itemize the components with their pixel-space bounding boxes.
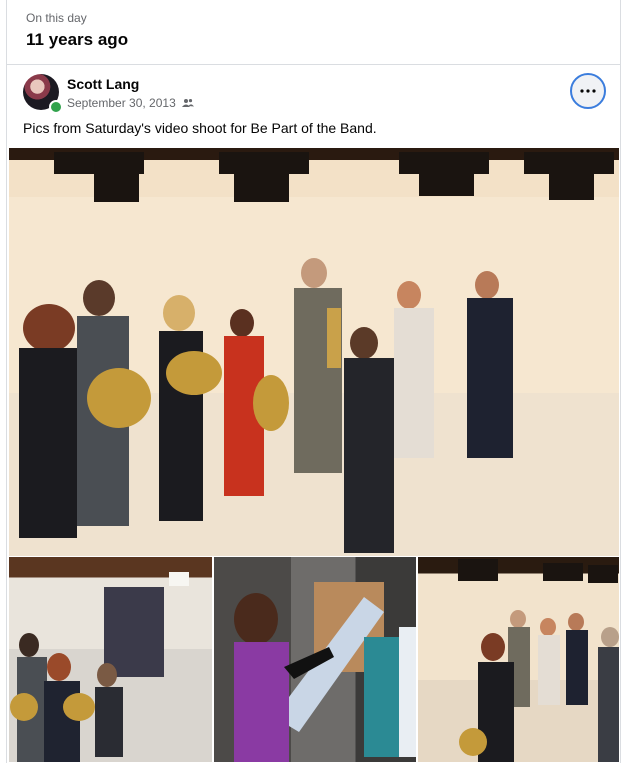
post-date[interactable]: September 30, 2013 [67,96,176,110]
more-horizontal-icon [580,89,596,93]
post-meta: September 30, 2013 [67,96,194,110]
online-status-dot [49,100,63,114]
post-author[interactable]: Scott Lang [67,76,139,92]
photo-main[interactable] [8,147,620,557]
memory-header: On this day 11 years ago [7,0,620,65]
memory-card: On this day 11 years ago Scott Lang Sept… [6,0,621,763]
photo-thumbnail[interactable] [213,556,417,763]
photo-thumbnail[interactable] [417,556,620,763]
memory-years-ago: 11 years ago [26,30,129,49]
photo-thumbnail[interactable] [8,556,213,763]
friends-icon[interactable] [181,98,194,108]
post-caption: Pics from Saturday's video shoot for Be … [23,120,377,136]
more-options-button[interactable] [570,73,606,109]
memory-eyebrow: On this day [26,11,87,25]
